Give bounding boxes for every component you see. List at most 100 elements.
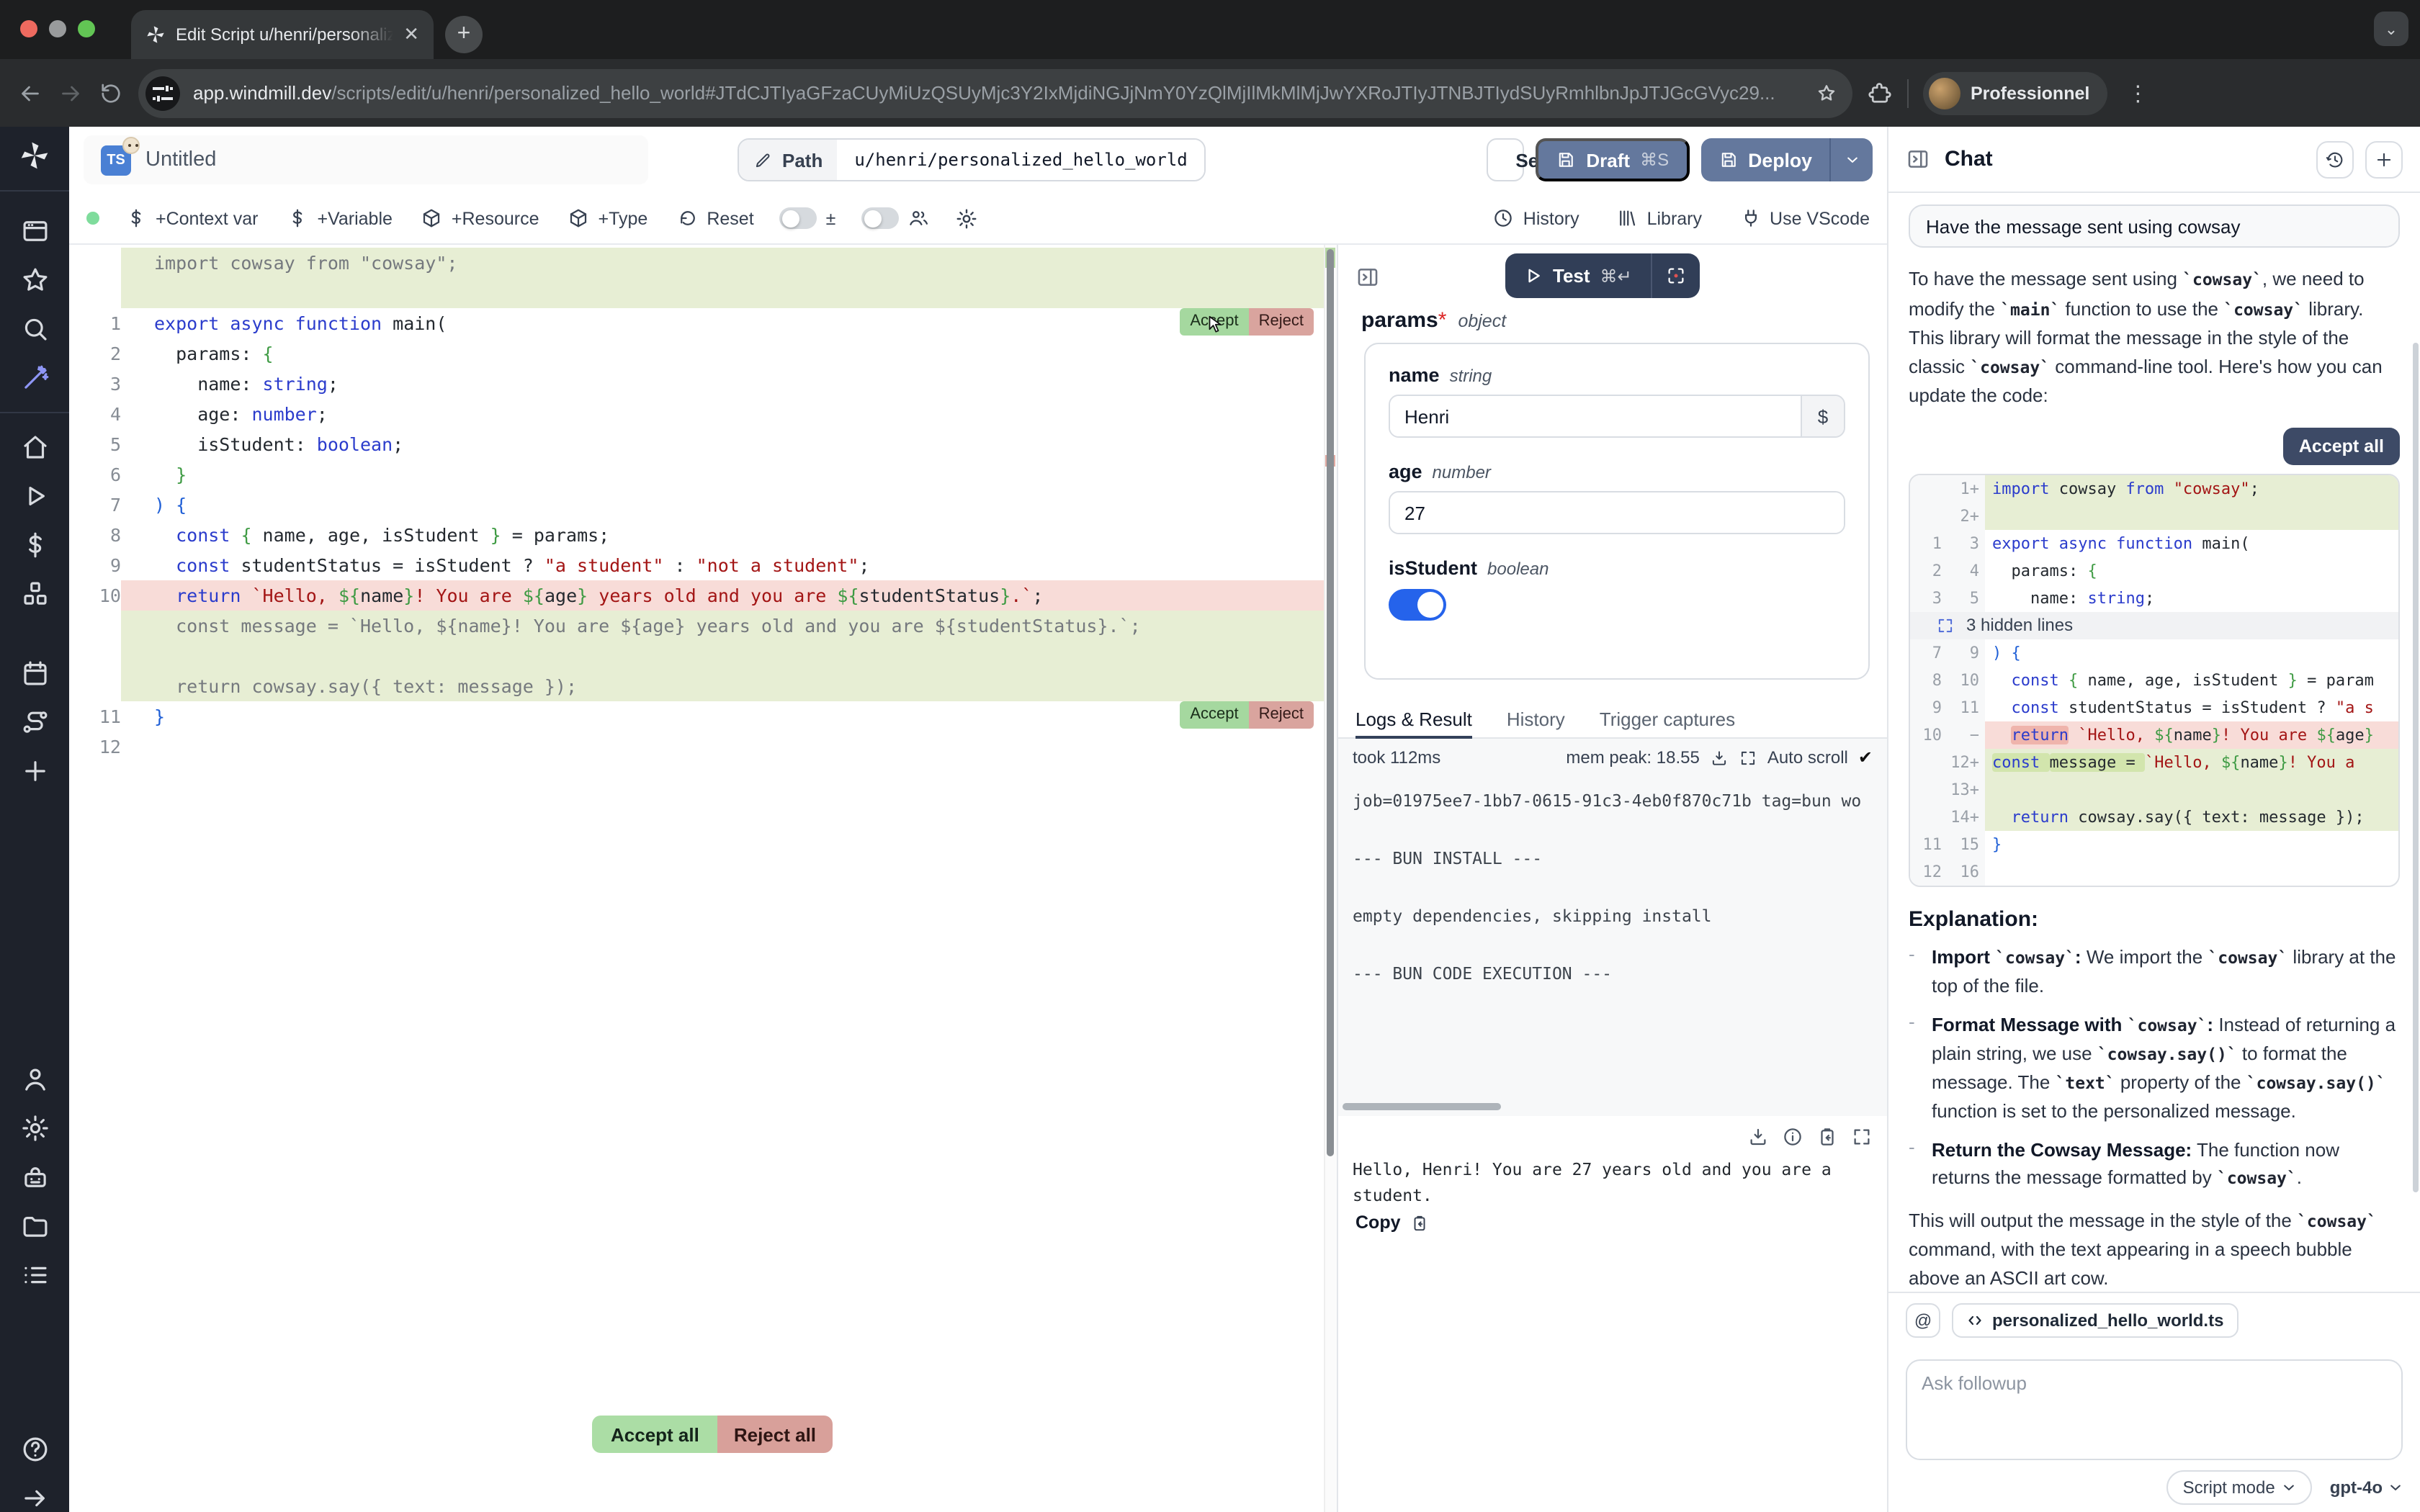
sidebar-item-apps[interactable] xyxy=(19,216,50,246)
toolbar-contextvar-button[interactable]: +Context var xyxy=(125,207,258,229)
input-age[interactable] xyxy=(1390,492,1844,533)
close-window-button[interactable] xyxy=(20,20,37,37)
chat-history-button[interactable] xyxy=(2316,140,2354,178)
tab-trigger-captures[interactable]: Trigger captures xyxy=(1600,700,1735,737)
toolbar-variable-button[interactable]: +Variable xyxy=(287,207,392,229)
back-icon[interactable] xyxy=(17,80,43,106)
tab-logs-result[interactable]: Logs & Result xyxy=(1355,700,1472,737)
script-summary[interactable]: Untitled xyxy=(145,148,216,171)
sidebar-item-search[interactable] xyxy=(19,314,50,344)
new-chat-button[interactable] xyxy=(2365,140,2403,178)
sidebar-item-runs[interactable] xyxy=(19,481,50,511)
windmill-logo[interactable] xyxy=(19,140,50,171)
code-line[interactable]: 10 return `Hello, ${name}! You are ${age… xyxy=(69,580,1337,611)
browser-tab[interactable]: Edit Script u/henri/personalize ✕ xyxy=(131,10,434,59)
sidebar-item-settings[interactable] xyxy=(19,1113,50,1143)
info-icon[interactable] xyxy=(1782,1126,1803,1148)
site-settings-icon[interactable] xyxy=(145,76,180,110)
tab-search-button[interactable]: ⌄ xyxy=(2374,12,2408,46)
input-name[interactable] xyxy=(1390,396,1801,436)
scrollbar-thumb[interactable] xyxy=(1327,249,1334,1156)
deploy-button[interactable]: Deploy xyxy=(1700,138,1829,181)
minimize-window-button[interactable] xyxy=(49,20,66,37)
chat-scrollbar-thumb[interactable] xyxy=(2413,343,2419,1192)
sidebar-item-ai[interactable] xyxy=(19,363,50,393)
toolbar-reset-button[interactable]: Reset xyxy=(676,207,753,229)
traffic-lights[interactable] xyxy=(20,20,95,37)
chat-input[interactable] xyxy=(1906,1359,2403,1460)
expand-result-icon[interactable] xyxy=(1851,1126,1873,1148)
draft-button[interactable]: Draft⌘S xyxy=(1536,138,1689,181)
toolbar-history-button[interactable]: History xyxy=(1493,207,1579,229)
accept-all-button[interactable]: Accept all xyxy=(592,1416,718,1453)
forward-icon[interactable] xyxy=(58,80,84,106)
editor-settings-button[interactable] xyxy=(955,207,978,230)
chat-accept-all-button[interactable]: Accept all xyxy=(2283,427,2400,464)
reject-button[interactable]: Reject xyxy=(1249,701,1314,729)
expand-logs-icon[interactable] xyxy=(1739,748,1757,767)
bookmark-star-icon[interactable] xyxy=(1815,81,1838,104)
sidebar-item-home[interactable] xyxy=(19,432,50,462)
code-line[interactable]: 6 } xyxy=(69,459,1337,490)
toggle-off[interactable] xyxy=(780,207,817,229)
toolbar-type-button[interactable]: +Type xyxy=(568,207,648,229)
sidebar-item-users[interactable] xyxy=(19,1064,50,1094)
code-line[interactable]: 7) { xyxy=(69,490,1337,520)
sidebar-item-expand[interactable] xyxy=(19,1483,50,1512)
toolbar-resource-button[interactable]: +Resource xyxy=(421,207,539,229)
reject-button[interactable]: Reject xyxy=(1249,308,1314,336)
sidebar-item-schedules[interactable] xyxy=(19,658,50,688)
download-result-icon[interactable] xyxy=(1747,1126,1769,1148)
code-line[interactable]: const message = `Hello, ${name}! You are… xyxy=(69,611,1337,641)
script-title-chip[interactable]: TS Untitled xyxy=(84,135,648,184)
url-text[interactable]: app.windmill.dev/scripts/edit/u/henri/pe… xyxy=(193,82,1802,104)
reject-all-button[interactable]: Reject all xyxy=(718,1416,832,1453)
toolbar-library-button[interactable]: Library xyxy=(1617,207,1702,229)
sidebar-item-resources[interactable] xyxy=(19,579,50,609)
extensions-icon[interactable] xyxy=(1867,80,1893,106)
code-line[interactable]: 3 name: string; xyxy=(69,369,1337,399)
script-path[interactable]: Path u/henri/personalized_hello_world xyxy=(738,138,1206,181)
hidden-lines-expander[interactable]: 3 hidden lines xyxy=(1910,611,2398,639)
code-editor[interactable]: import cowsay from "cowsay";1export asyn… xyxy=(69,245,1337,1512)
editor-scrollbar[interactable] xyxy=(1324,245,1337,1512)
code-line[interactable] xyxy=(69,641,1337,671)
logs-hscrollbar[interactable] xyxy=(1343,1103,1501,1110)
accept-button[interactable]: Accept xyxy=(1180,701,1248,729)
maximize-window-button[interactable] xyxy=(78,20,95,37)
code-line[interactable]: import cowsay from "cowsay"; xyxy=(69,248,1337,278)
code-line[interactable]: 12 xyxy=(69,732,1337,762)
diff-mode-toggle[interactable]: ± xyxy=(780,207,836,229)
toggle-isStudent[interactable] xyxy=(1389,589,1446,621)
close-tab-icon[interactable]: ✕ xyxy=(403,23,419,46)
log-output[interactable]: job=01975ee7-1bb7-0615-91c3-4eb0f870c71b… xyxy=(1338,776,1887,992)
sidebar-item-logs[interactable] xyxy=(19,1260,50,1290)
sidebar-item-help[interactable] xyxy=(19,1434,50,1464)
reload-icon[interactable] xyxy=(98,80,124,106)
clipboard-icon[interactable] xyxy=(1816,1126,1838,1148)
code-line[interactable]: return cowsay.say({ text: message }); xyxy=(69,671,1337,701)
mention-button[interactable]: @ xyxy=(1906,1303,1940,1338)
multiplayer-toggle[interactable] xyxy=(861,207,929,229)
new-tab-button[interactable]: + xyxy=(445,16,483,53)
settings-button[interactable]: Settings xyxy=(1487,138,1524,181)
sidebar-item-routes[interactable] xyxy=(19,707,50,737)
code-line[interactable]: 11} xyxy=(69,701,1337,732)
browser-menu-icon[interactable]: ⋮ xyxy=(2121,80,2154,106)
sidebar-item-favorites[interactable] xyxy=(19,265,50,295)
test-target-button[interactable] xyxy=(1651,253,1700,298)
toggle-off[interactable] xyxy=(861,207,899,229)
address-bar[interactable]: app.windmill.dev/scripts/edit/u/henri/pe… xyxy=(138,68,1852,117)
context-file-chip[interactable]: personalized_hello_world.ts xyxy=(1952,1303,2238,1338)
code-line[interactable]: 8 const { name, age, isStudent } = param… xyxy=(69,520,1337,550)
code-line[interactable] xyxy=(69,278,1337,308)
code-line[interactable]: 2 params: { xyxy=(69,338,1337,369)
model-select[interactable]: gpt-4o xyxy=(2330,1477,2403,1498)
sidebar-item-create[interactable] xyxy=(19,756,50,786)
browser-profile-chip[interactable]: Professionnel xyxy=(1923,71,2107,114)
sidebar-item-variables[interactable] xyxy=(19,530,50,560)
code-line[interactable]: 5 isStudent: boolean; xyxy=(69,429,1337,459)
toolbar-use-vscode-button[interactable]: Use VScode xyxy=(1739,207,1870,229)
sidebar-item-workers[interactable] xyxy=(19,1162,50,1192)
deploy-dropdown-button[interactable] xyxy=(1829,138,1873,181)
